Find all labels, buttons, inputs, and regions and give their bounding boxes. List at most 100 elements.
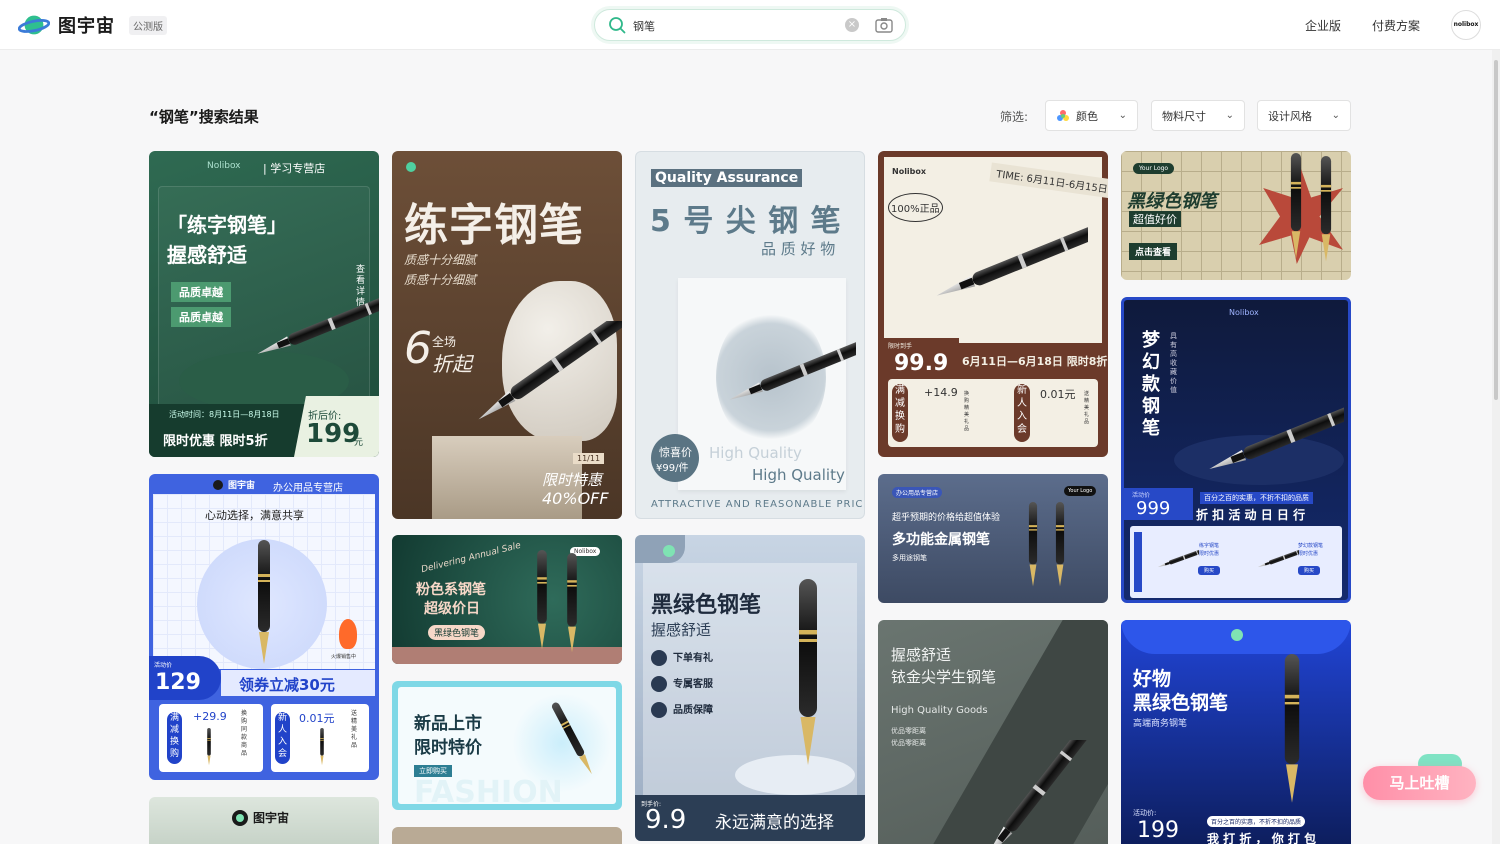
result-card[interactable]: 新品上市 限时特价 立即购买 FASHION — [392, 681, 622, 810]
card-badge: Quality Assurance — [651, 169, 803, 187]
result-card[interactable]: Nolibox Delivering Annual Sale 粉色系钢笔 超级价… — [392, 535, 622, 664]
coupon-side: 送精美礼品 — [1084, 391, 1090, 425]
card-price: 99.9 — [894, 351, 949, 376]
nav-enterprise[interactable]: 企业版 — [1305, 17, 1341, 34]
coupon-sub: 限时优惠 — [1298, 551, 1319, 557]
card-title: 粉色系钢笔 — [416, 582, 486, 598]
coupon-price: +29.9 — [193, 710, 227, 723]
card-title: 练字钢笔 — [404, 200, 584, 251]
coupon-side: 换购同款商品 — [241, 710, 248, 757]
card-tag: 办公用品专营店 — [892, 487, 943, 498]
card-date: 6月11日—6月18日 限时8折 — [962, 355, 1108, 368]
card-title: 多功能金属钢笔 — [892, 532, 990, 548]
card-tag: 品质卓越 — [171, 307, 231, 327]
coupon-price: 0.01元 — [299, 712, 335, 725]
search-input[interactable]: 钢笔 — [633, 18, 655, 34]
card-subtitle: 铱金尖学生钢笔 — [891, 668, 997, 686]
card-price: 9.9 — [645, 805, 687, 835]
card-subtitle: 质感十分细腻 — [404, 273, 477, 287]
feature-label: 专属客服 — [673, 679, 713, 690]
coupon-label: 梦幻款钢笔 — [1298, 543, 1324, 549]
card-subtitle: 质感十分细腻 — [404, 253, 477, 267]
result-card[interactable]: 黑绿色钢笔 握感舒适 下单有礼 专属客服 品质保障 到手价: 9.9 永远满意的… — [635, 535, 865, 841]
result-card[interactable]: Your Logo 黑绿色钢笔 超值好价 点击查看 — [1121, 151, 1351, 280]
card-date: 11/11 — [573, 453, 605, 464]
planet-logo-icon — [18, 15, 50, 35]
result-card[interactable]: 好物 黑绿色钢笔 高端商务钢笔 活动价: 199 百分之百的实惠，不折不扣的品质… — [1121, 620, 1351, 844]
result-card[interactable]: 握感舒适 铱金尖学生钢笔 High Quality Goods 优品零距离 优品… — [878, 620, 1108, 844]
result-card[interactable]: 练字钢笔 质感十分细腻 质感十分细腻 6 全场 折起 11/11 限时特惠 40… — [392, 151, 622, 519]
avatar[interactable]: nolibox — [1451, 10, 1481, 40]
result-card[interactable]: Nolibox | 学习专营店 「练字钢笔」 握感舒适 品质卓越 品质卓越 查看… — [149, 151, 379, 457]
coupon-side: 换购精美礼品 — [964, 391, 970, 432]
filter-color-dropdown[interactable]: 颜色 ⌄ — [1045, 100, 1138, 131]
card-coupon: 领券立减30元 — [239, 676, 335, 694]
card-bg-text: FASHION — [414, 775, 563, 810]
card-logo: Nolibox — [892, 167, 927, 176]
result-card[interactable]: Quality Assurance 5 号 尖 钢 笔 品 质 好 物 惊喜价 … — [635, 151, 865, 519]
card-big-number: 6 — [404, 323, 432, 374]
card-script: Delivering Annual Sale — [420, 540, 522, 576]
chevron-down-icon: ⌄ — [1331, 110, 1340, 121]
card-price-label: 惊喜价 — [659, 446, 692, 459]
thumb-up-icon — [651, 702, 667, 718]
card-button[interactable]: 点击查看 — [1129, 243, 1178, 260]
pen-image — [550, 701, 596, 776]
card-promo: 折 扣 活 动 日 日 行 — [1196, 508, 1306, 522]
camera-icon[interactable] — [875, 17, 893, 33]
card-price: 129 — [155, 670, 201, 695]
logo[interactable]: 图宇宙 公测版 — [18, 11, 167, 39]
beta-badge: 公测版 — [129, 15, 167, 35]
pen-image — [537, 550, 577, 653]
card-title: 好物 — [1133, 668, 1172, 690]
card-subtitle: 超乎预期的价格给超值体验 — [892, 513, 1001, 523]
card-price-label: 限时到手 — [888, 343, 913, 350]
search-bar[interactable]: 钢笔 × — [594, 9, 906, 41]
fire-icon — [339, 619, 357, 649]
coupon-button[interactable]: 购买 — [1298, 566, 1321, 575]
filter-style-dropdown[interactable]: 设计风格 ⌄ — [1257, 100, 1351, 131]
planet-logo-icon — [1231, 629, 1243, 641]
card-price-label: 活动价 — [154, 662, 173, 669]
coupon-side: 送精美礼品 — [351, 710, 358, 749]
feature-label: 品质保障 — [673, 705, 713, 716]
feature-item: 品质保障 — [651, 701, 713, 718]
card-date: 活动时间：8月11日—8月18日 — [169, 410, 280, 419]
result-card[interactable]: 图宇宙 办公用品专营店 心动选择，满意共享 火爆销售中 活动价 129 领券立减… — [149, 474, 379, 780]
clear-search-icon[interactable]: × — [845, 18, 859, 32]
pen-image — [934, 225, 1088, 303]
result-card[interactable]: 图宇宙 — [149, 797, 379, 844]
feedback-button[interactable]: 马上吐槽 — [1363, 766, 1476, 800]
pen-image — [474, 321, 622, 426]
card-small: 多用途钢笔 — [892, 554, 927, 562]
result-card[interactable]: Nolibox 梦幻款钢笔 具有高收藏价值 活动价 999 百分之百的实惠，不折… — [1121, 297, 1351, 603]
card-brand: 图宇宙 — [228, 481, 256, 491]
card-title: 握感舒适 — [891, 646, 952, 664]
coupon-button[interactable]: 购买 — [1198, 566, 1221, 575]
card-en: High Quality Goods — [891, 705, 988, 716]
card-subtitle: 黑绿色钢笔 — [1133, 692, 1229, 714]
planet-logo-icon — [232, 810, 248, 826]
pen-image — [207, 728, 211, 766]
card-title: 5 号 尖 钢 笔 — [650, 204, 842, 239]
nav-pricing[interactable]: 付费方案 — [1372, 17, 1420, 34]
filter-size-dropdown[interactable]: 物料尺寸 ⌄ — [1151, 100, 1245, 131]
scrollbar-thumb[interactable] — [1494, 60, 1498, 400]
card-promo: 限时优惠 限时5折 — [163, 434, 268, 449]
result-card[interactable] — [392, 827, 622, 844]
card-slogan: 百分之百的实惠，不折不扣的品质 — [1200, 492, 1313, 504]
card-side-text: 具有高收藏价值 — [1170, 332, 1177, 394]
service-icon — [651, 676, 667, 692]
result-card[interactable]: 办公用品专营店 Your Logo 超乎预期的价格给超值体验 多功能金属钢笔 多… — [878, 474, 1108, 603]
card-title: 黑绿色钢笔 — [651, 593, 762, 618]
card-logo: Nolibox — [1229, 308, 1259, 317]
card-promo: 我 打 折 ， 你 打 包 — [1207, 832, 1317, 844]
coupon-tag: 满减换购 — [892, 384, 908, 442]
card-tag: 黑绿色钢笔 — [428, 625, 486, 640]
card-subtitle: 握感舒适 — [651, 621, 712, 639]
card-off: 40%OFF — [542, 489, 609, 508]
card-shop: | 学习专营店 — [263, 162, 326, 175]
pen-image — [799, 579, 817, 765]
result-card[interactable]: Nolibox TIME: 6月11日-6月15日 100%正品 限时到手 99… — [878, 151, 1108, 457]
filter-style-label: 设计风格 — [1268, 109, 1312, 123]
